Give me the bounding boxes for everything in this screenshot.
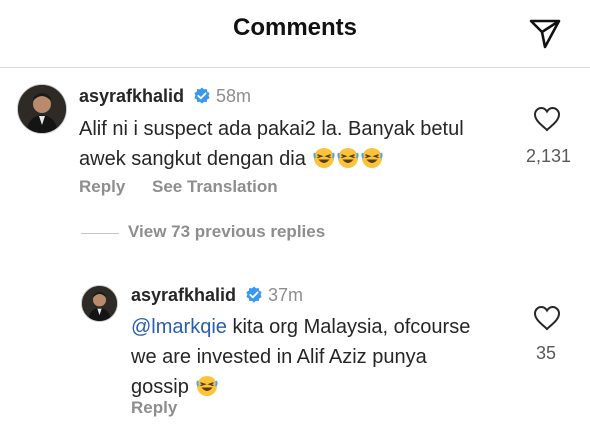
reply-heart-icon[interactable] — [533, 305, 561, 331]
header-divider — [0, 67, 590, 68]
reply-text-line-3-text: gossip — [131, 376, 189, 398]
reply-button[interactable]: Reply — [79, 177, 125, 197]
reply-username[interactable]: asyrafkhalid — [131, 285, 236, 306]
mention-link[interactable]: @lmarkqie — [131, 316, 227, 338]
avatar[interactable] — [17, 84, 67, 134]
reply-avatar[interactable] — [81, 285, 118, 322]
view-previous-replies-button[interactable]: View 73 previous replies — [128, 222, 325, 242]
verified-badge-icon — [246, 286, 262, 303]
comment-text-line-2: awek sangkut dengan dia — [79, 144, 509, 174]
see-translation-button[interactable]: See Translation — [152, 177, 278, 197]
verified-badge-icon — [194, 87, 210, 104]
heart-icon[interactable] — [533, 106, 561, 132]
comment-username[interactable]: asyrafkhalid — [79, 86, 184, 107]
replies-divider-line — [81, 233, 119, 234]
reply-text-line-2: we are invested in Alif Aziz punya — [131, 346, 427, 368]
like-count: 2,131 — [526, 146, 572, 166]
comment-text-line-2-text: awek sangkut dengan dia — [79, 148, 306, 170]
page-title: Comments — [232, 14, 358, 41]
reply-text-line-3: gossip — [131, 372, 511, 402]
reply-time: 37m — [268, 285, 304, 305]
paper-plane-icon[interactable] — [527, 15, 563, 51]
reply-text-line-1: @lmarkqie kita org Malaysia, ofcourse — [131, 312, 511, 342]
comment-text-line-1: Alif ni i suspect ada pakai2 la. Banyak … — [79, 118, 464, 140]
comments-header: Comments — [0, 0, 590, 66]
laughing-emoji-icon — [306, 148, 384, 170]
reply-text: @lmarkqie kita org Malaysia, ofcourse we… — [131, 312, 511, 402]
laughing-emoji-icon — [189, 376, 219, 398]
reply-reply-button[interactable]: Reply — [131, 398, 177, 418]
reply-text-line-1-rest: kita org Malaysia, ofcourse — [226, 316, 471, 338]
reply-like-count: 35 — [536, 343, 557, 363]
comment-time: 58m — [216, 86, 252, 106]
comment-text: Alif ni i suspect ada pakai2 la. Banyak … — [79, 114, 509, 174]
